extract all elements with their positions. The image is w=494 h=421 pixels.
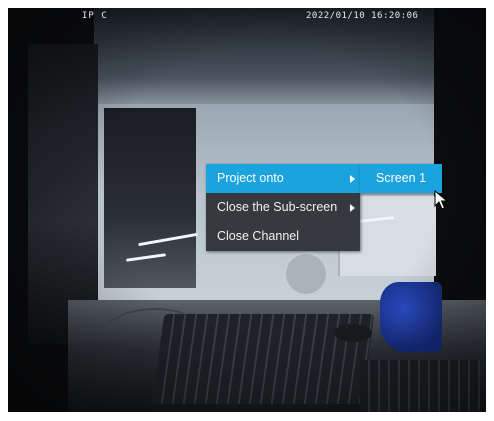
- chevron-right-icon: [350, 175, 355, 183]
- context-menu: Project onto Close the Sub-screen Close …: [206, 164, 360, 251]
- scene-fan: [284, 252, 328, 296]
- scene-dark-panel: [104, 108, 196, 288]
- project-onto-submenu: Screen 1: [360, 164, 442, 193]
- scene-keyboard: [360, 360, 480, 412]
- chevron-right-icon: [350, 204, 355, 212]
- scene-blue-bag: [380, 282, 442, 352]
- mouse-cursor-icon: [434, 190, 448, 210]
- scene-monitor-edge: [28, 44, 98, 344]
- menu-item-label: Project onto: [217, 171, 284, 185]
- video-window: IP C 2022/01/10 16:20:06 Project onto Cl…: [0, 0, 494, 421]
- submenu-item-screen-1[interactable]: Screen 1: [360, 164, 442, 193]
- menu-item-close-sub-screen[interactable]: Close the Sub-screen: [206, 193, 360, 222]
- submenu-item-label: Screen 1: [376, 171, 427, 185]
- channel-label: IP C: [82, 11, 108, 21]
- scene-mouse: [334, 324, 372, 342]
- scene-ceiling: [94, 8, 434, 108]
- menu-item-project-onto[interactable]: Project onto: [206, 164, 360, 193]
- menu-item-close-channel[interactable]: Close Channel: [206, 222, 360, 251]
- menu-item-label: Close the Sub-screen: [217, 200, 338, 214]
- timestamp-overlay: 2022/01/10 16:20:06: [306, 11, 419, 21]
- menu-item-label: Close Channel: [217, 229, 299, 243]
